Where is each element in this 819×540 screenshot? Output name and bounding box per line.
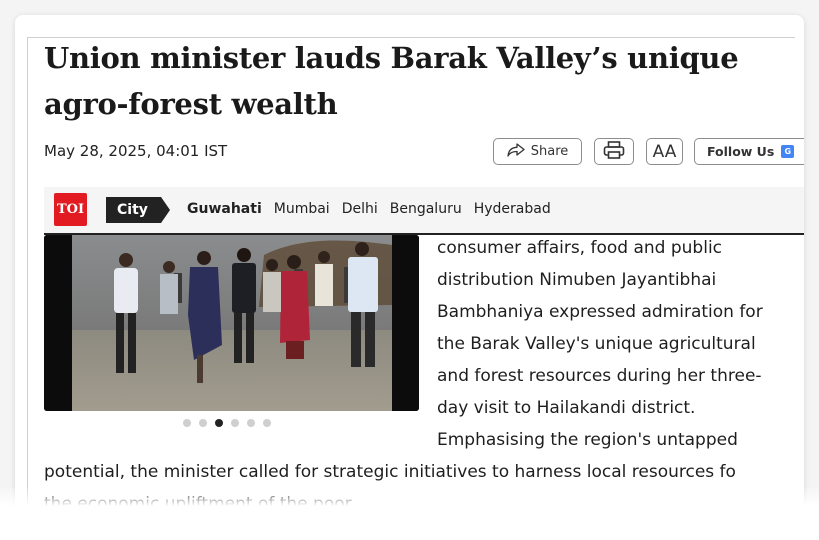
city-link-delhi[interactable]: Delhi bbox=[342, 201, 378, 217]
share-button[interactable]: Share bbox=[493, 138, 582, 165]
share-label: Share bbox=[530, 144, 569, 159]
follow-us-button[interactable]: Follow Us G bbox=[694, 138, 804, 165]
carousel-dot[interactable] bbox=[199, 419, 207, 427]
body-line: day visit to Hailakandi district. bbox=[437, 398, 696, 418]
font-size-button[interactable]: AA bbox=[646, 138, 683, 165]
city-nav-bar: TOI City Guwahati Mumbai Delhi Bengaluru Hyd… bbox=[44, 187, 804, 235]
print-button[interactable] bbox=[594, 138, 634, 165]
article-photo[interactable] bbox=[44, 235, 419, 411]
city-link-guwahati[interactable]: Guwahati bbox=[187, 201, 262, 217]
carousel-dot[interactable] bbox=[231, 419, 239, 427]
body-line: Emphasising the region's untapped bbox=[437, 430, 738, 450]
printer-icon bbox=[603, 140, 625, 163]
body-line: potential, the minister called for strat… bbox=[44, 462, 736, 482]
carousel-dot[interactable] bbox=[263, 419, 271, 427]
city-link-mumbai[interactable]: Mumbai bbox=[274, 201, 330, 217]
carousel-dot[interactable] bbox=[183, 419, 191, 427]
article-headline: Union minister lauds Barak Valley’s uniq… bbox=[44, 41, 739, 121]
body-line: distribution Nimuben Jayantibhai bbox=[437, 270, 717, 290]
photo-scene bbox=[44, 235, 419, 411]
carousel-dot[interactable] bbox=[215, 419, 223, 427]
share-icon bbox=[507, 142, 525, 161]
google-news-icon: G bbox=[781, 145, 795, 158]
body-line: and forest resources during her three- bbox=[437, 366, 762, 386]
bottom-fade bbox=[0, 488, 819, 540]
city-links: Guwahati Mumbai Delhi Bengaluru Hyderabad bbox=[187, 201, 551, 217]
body-line: the Barak Valley's unique agricultural bbox=[437, 334, 756, 354]
city-link-hyderabad[interactable]: Hyderabad bbox=[474, 201, 551, 217]
carousel-dot[interactable] bbox=[247, 419, 255, 427]
toi-logo[interactable]: TOI bbox=[54, 193, 87, 226]
body-line: Bambhaniya expressed admiration for bbox=[437, 302, 763, 322]
city-chip[interactable]: City bbox=[106, 197, 170, 223]
city-link-bengaluru[interactable]: Bengaluru bbox=[390, 201, 462, 217]
carousel-dots bbox=[183, 419, 271, 427]
follow-us-label: Follow Us bbox=[707, 144, 775, 159]
article-dateline: May 28, 2025, 04:01 IST bbox=[44, 142, 228, 160]
body-line: consumer affairs, food and public bbox=[437, 238, 723, 258]
article-body-right: consumer affairs, food and public distrib… bbox=[437, 232, 797, 456]
